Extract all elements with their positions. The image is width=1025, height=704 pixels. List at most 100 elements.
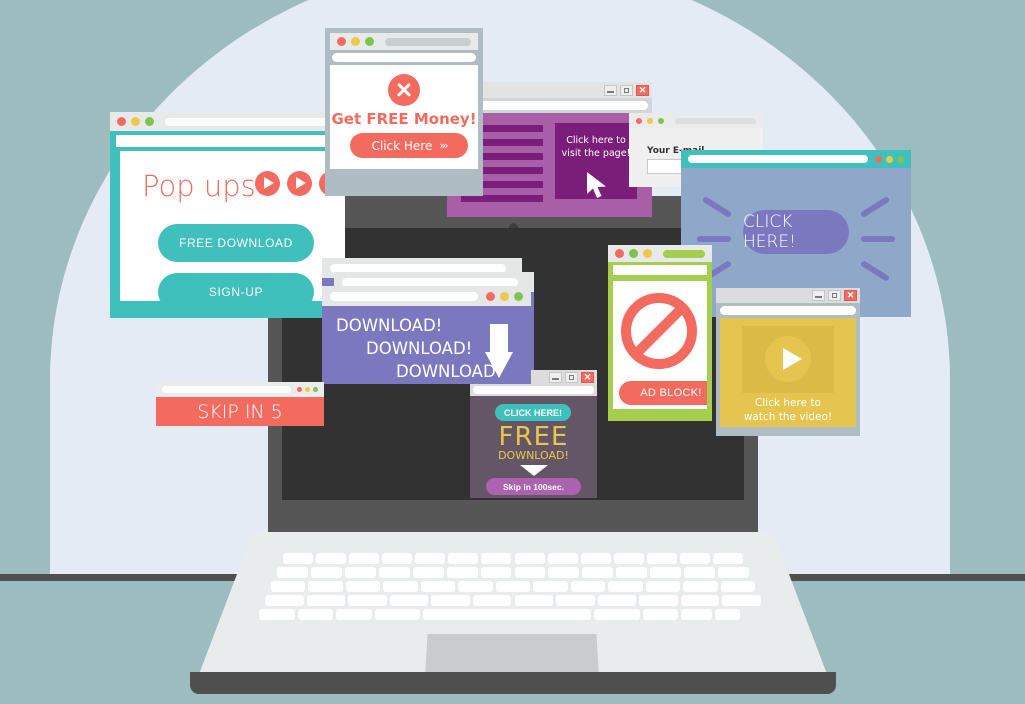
sign-up-button[interactable]: SIGN-UP [158,273,314,311]
skip-button[interactable]: Skip in 100sec. [486,478,581,495]
key[interactable] [277,567,308,578]
key[interactable] [712,553,743,564]
maximize-dot-icon[interactable] [514,291,523,301]
key[interactable] [679,553,710,564]
maximize-dot-icon[interactable] [145,117,154,126]
window-free-download[interactable]: ✕ CLICK HERE! FREE DOWNLOAD! Skip in 100… [470,370,597,498]
window-free-money[interactable]: Get FREE Money! Click Here »› [325,28,483,196]
key[interactable] [714,609,741,620]
key[interactable] [382,553,413,564]
maximize-dot-icon[interactable] [365,37,374,46]
maximize-icon[interactable] [828,290,841,301]
maximize-dot-icon[interactable] [313,387,318,392]
key[interactable] [556,595,595,606]
window-ad-block[interactable]: AD BLOCK! [608,245,712,421]
key[interactable] [348,595,387,606]
key[interactable] [259,609,295,620]
key[interactable] [271,581,306,592]
key[interactable] [495,581,531,592]
click-here-button[interactable]: Click Here »› [350,133,468,158]
minimize-icon[interactable] [604,84,617,96]
click-here-button[interactable]: CLICK HERE! [743,210,849,254]
address-bar[interactable] [470,384,597,396]
free-download-button[interactable]: FREE DOWNLOAD [158,224,314,262]
key[interactable] [570,581,606,592]
click-here-pill[interactable]: CLICK HERE! [495,404,571,421]
window-download-front[interactable]: DOWNLOAD! DOWNLOAD! DOWNLOAD! [322,286,531,384]
key[interactable] [683,581,718,592]
close-icon[interactable]: ✕ [581,371,594,383]
key[interactable] [423,609,592,620]
key[interactable] [650,567,682,578]
key[interactable] [582,567,614,578]
key[interactable] [265,595,304,606]
minimize-dot-icon[interactable] [500,291,509,301]
key[interactable] [448,553,479,564]
minimize-dot-icon[interactable] [647,117,653,124]
maximize-dot-icon[interactable] [658,117,664,124]
ad-block-button[interactable]: AD BLOCK! [619,381,707,405]
key[interactable] [639,595,678,606]
close-icon[interactable]: ✕ [844,290,857,301]
address-bar[interactable] [688,155,868,163]
address-bar[interactable] [716,303,860,318]
key[interactable] [680,595,720,606]
key[interactable] [283,553,314,564]
play-icon[interactable] [255,171,280,196]
key[interactable] [594,609,640,620]
key[interactable] [514,567,546,578]
minimize-dot-icon[interactable] [131,117,140,126]
close-dot-icon[interactable] [117,117,126,126]
key[interactable] [420,581,456,592]
key[interactable] [547,553,578,564]
close-icon[interactable]: ✕ [636,84,649,96]
key[interactable] [378,567,410,578]
minimize-icon[interactable] [549,371,562,383]
address-bar[interactable] [663,249,705,258]
window-skip[interactable]: SKIP IN 5 [156,382,324,426]
key[interactable] [597,595,637,606]
key[interactable] [722,595,761,606]
key[interactable] [514,595,554,606]
key[interactable] [431,595,470,606]
key[interactable] [472,595,512,606]
window-video[interactable]: ✕ Click here to watch the video! [716,288,860,436]
close-dot-icon[interactable] [337,37,346,46]
close-dot-icon[interactable] [486,291,495,301]
key[interactable] [374,609,421,620]
visit-page-cta[interactable]: Click here to visit the page! [555,123,637,199]
key[interactable] [645,581,681,592]
key[interactable] [480,567,512,578]
maximize-icon[interactable] [565,371,578,383]
key[interactable] [389,595,429,606]
key[interactable] [613,553,644,564]
close-dot-icon[interactable] [636,117,642,124]
close-dot-icon[interactable] [297,387,302,392]
key[interactable] [336,609,372,620]
maximize-icon[interactable] [620,84,633,96]
key[interactable] [446,567,478,578]
key[interactable] [345,581,381,592]
window-popups[interactable]: Pop ups FREE DOWNLOAD SIGN-UP [110,112,345,318]
key[interactable] [306,595,346,606]
address-bar[interactable] [675,117,756,124]
key[interactable] [580,553,611,564]
key[interactable] [297,609,334,620]
maximize-dot-icon[interactable] [897,155,904,163]
key[interactable] [514,553,545,564]
minimize-dot-icon[interactable] [351,37,360,46]
key[interactable] [308,581,343,592]
play-icon[interactable] [287,171,312,196]
key[interactable] [548,567,580,578]
key[interactable] [383,581,418,592]
key[interactable] [642,609,679,620]
key[interactable] [458,581,493,592]
key[interactable] [344,567,376,578]
key[interactable] [681,609,712,620]
key[interactable] [481,553,512,564]
key[interactable] [316,553,347,564]
key[interactable] [718,567,749,578]
close-dot-icon[interactable] [875,155,882,163]
maximize-dot-icon[interactable] [629,249,638,258]
key[interactable] [646,553,677,564]
